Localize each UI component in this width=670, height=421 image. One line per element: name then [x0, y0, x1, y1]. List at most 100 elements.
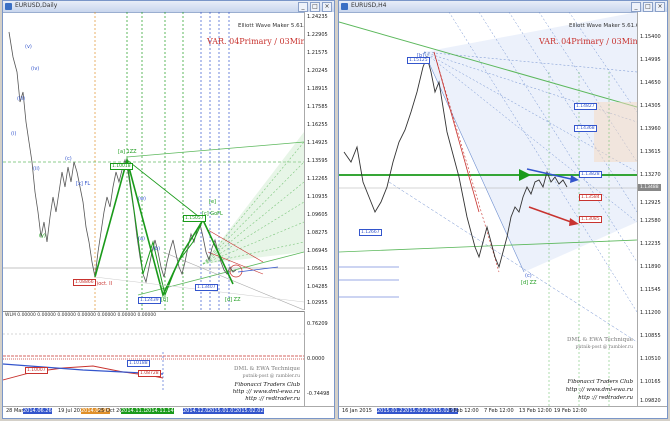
price-tick: 1.04285	[307, 284, 328, 290]
price-tick: 1.12265	[307, 176, 328, 182]
price-box: 1.10188	[127, 360, 150, 367]
dml-email: putnik-post @ rambler.ru	[575, 345, 633, 350]
left-window-title: EURUSD,Daily	[15, 2, 58, 9]
price-box: 1.14827	[574, 103, 597, 110]
current-price-box: 1.13488	[638, 184, 661, 191]
price-tick: 1.13595	[307, 158, 328, 164]
right-time-axis[interactable]: 16 Jan 2015 2015.01.28 2015.02.02 2015.0…	[339, 406, 667, 415]
wave-label: (y)	[39, 233, 46, 239]
time-label: 2015.02.02	[235, 408, 264, 414]
price-tick: 1.21575	[307, 50, 328, 56]
indicator-tick: -0.74498	[307, 391, 330, 397]
time-label: 2015.01.28	[377, 408, 406, 414]
time-label: 2014.06.26	[23, 408, 52, 414]
time-label: 2014.11.14	[145, 408, 174, 414]
left-time-axis[interactable]: 28 Mar 2014 2014.06.26 19 Jul 2014 2014.…	[3, 406, 334, 415]
price-tick: 1.24235	[307, 14, 328, 20]
time-label: 2015.02.02	[403, 408, 432, 414]
price-box: 1.13828	[579, 171, 602, 178]
left-indicator-window[interactable]: WLM 0.00000 0.00000 0.00000 0.00000 0.00…	[3, 311, 304, 407]
left-main-chart[interactable]	[3, 12, 304, 310]
ewm-watermark: Elliott Wave Maker 5.61.6	[238, 23, 309, 29]
right-chart-window[interactable]: EURUSD,H4 _ □ × 1.15125 1.14827 1.14368 …	[338, 0, 668, 419]
price-box: 1.14368	[574, 125, 597, 132]
price-tick: 1.14995	[640, 57, 661, 63]
time-label: 2015.01.01	[208, 408, 237, 414]
price-tick: 1.14925	[307, 140, 328, 146]
time-label: 19 Feb 12:00	[554, 408, 587, 414]
close-button[interactable]: ×	[655, 2, 665, 12]
maximize-button[interactable]: □	[643, 2, 653, 12]
redtrader-url: http :// redtrader.ru	[245, 396, 300, 402]
minimize-button[interactable]: _	[631, 2, 641, 12]
dml-email: putnik-post @ rambler.ru	[242, 374, 300, 379]
price-box: 1.15057	[183, 215, 206, 222]
price-tick: 1.02955	[307, 300, 328, 306]
wave-label: (b)	[153, 246, 161, 252]
price-tick: 1.17585	[307, 104, 328, 110]
wave-label: [e]	[209, 199, 216, 205]
price-tick: 1.09820	[640, 398, 661, 404]
dml-url: http :// www.dml-ewa.ru	[565, 387, 633, 393]
time-label: 5 Feb 12:00	[449, 408, 479, 414]
wave-label: (iii)	[17, 96, 26, 102]
price-box: 1.13085	[579, 216, 602, 223]
indicator-tick: 0.0000	[307, 356, 325, 362]
price-box: 1.13584	[579, 194, 602, 201]
fib-club-label: Fibonacci Traders Club	[234, 382, 300, 388]
price-tick: 1.16255	[307, 122, 328, 128]
price-tick: 1.10510	[640, 356, 661, 362]
indicator-tick: 0.76209	[307, 321, 328, 327]
time-label: 16 Jan 2015	[342, 408, 372, 414]
variant-label: VAR. 04Primary / 03Minute	[207, 37, 319, 46]
wave-label: (c)	[65, 156, 72, 162]
price-tick: 1.11890	[640, 264, 661, 270]
minimize-button[interactable]: _	[298, 2, 308, 12]
wave-label: (ii)	[33, 166, 40, 172]
price-box: 1.12667	[359, 229, 382, 236]
ewm-watermark: Elliott Wave Maker 5.61.6	[569, 23, 640, 29]
wave-label: [d] ZZ	[521, 280, 537, 286]
close-button[interactable]: ×	[322, 2, 332, 12]
wave-label: (w)	[138, 196, 146, 202]
price-tick: 1.12235	[640, 241, 661, 247]
price-box: 1.10007	[25, 367, 48, 374]
price-tick: 1.10935	[307, 194, 328, 200]
wave-label: [b]	[417, 53, 425, 59]
wave-label: (v)	[25, 44, 32, 50]
dml-url: http :// www.dml-ewa.ru	[232, 389, 300, 395]
price-tick: 1.11545	[640, 287, 661, 293]
redtrader-url: http :// redtrader.ru	[578, 395, 633, 401]
price-tick: 1.13270	[640, 172, 661, 178]
price-tick: 1.08275	[307, 230, 328, 236]
price-tick: 1.13960	[640, 126, 661, 132]
price-tick: 1.18915	[307, 86, 328, 92]
dml-label: DML & EWA Technique	[234, 366, 300, 372]
price-tick: 1.15400	[640, 34, 661, 40]
wave-label: (a)	[138, 236, 145, 242]
price-tick: 1.09605	[307, 212, 328, 218]
variant-label: VAR. 04Primary / 03Minute	[539, 37, 651, 46]
price-tick: 1.22905	[307, 32, 328, 38]
wave-label: [x] FL	[76, 181, 91, 187]
price-tick: 1.06945	[307, 248, 328, 254]
price-tick: 1.13615	[640, 149, 661, 155]
price-tick: 1.20245	[307, 68, 328, 74]
price-tick: 1.12580	[640, 218, 661, 224]
left-indicator-axis: 0.76209 0.0000 -0.74498	[304, 311, 334, 406]
chart-icon	[341, 3, 348, 10]
wave-label: (iv)	[31, 66, 40, 72]
time-label: 13 Feb 12:00	[519, 408, 552, 414]
left-chart-window[interactable]: EURUSD,Daily _ □ × (v) (iv) (iii) (i) (i…	[2, 0, 335, 419]
wave-label: [d] ZZ	[225, 297, 241, 303]
wave-label: [a] 1ZZ	[118, 149, 137, 155]
maximize-button[interactable]: □	[310, 2, 320, 12]
chart-icon	[5, 3, 12, 10]
wave-label: [b]	[161, 297, 169, 303]
left-price-axis[interactable]: 1.24235 1.22905 1.21575 1.20245 1.18915 …	[304, 12, 334, 310]
right-price-axis[interactable]: 1.15400 1.14995 1.14650 1.14305 1.13960 …	[637, 12, 667, 406]
right-window-title: EURUSD,H4	[351, 2, 387, 9]
price-tick: 1.12925	[640, 200, 661, 206]
price-tick: 1.11200	[640, 310, 661, 316]
price-tick: 1.14305	[640, 103, 661, 109]
